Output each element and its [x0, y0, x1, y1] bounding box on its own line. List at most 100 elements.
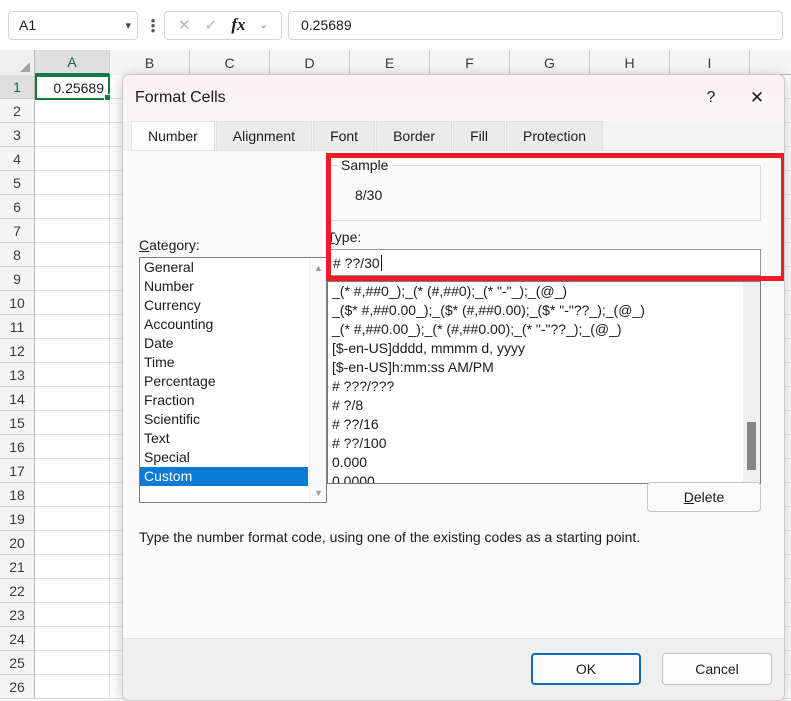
row-header-10[interactable]: 10 [0, 291, 35, 315]
format-code-item[interactable]: _(* #,##0.00_);_(* (#,##0.00);_(* "-"??_… [328, 320, 760, 339]
row-header-15[interactable]: 15 [0, 411, 35, 435]
grid-cell-A3[interactable] [35, 123, 110, 146]
category-item-scientific[interactable]: Scientific [140, 410, 326, 429]
row-header-12[interactable]: 12 [0, 339, 35, 363]
grid-cell-A21[interactable] [35, 555, 110, 578]
tab-protection[interactable]: Protection [506, 121, 604, 150]
format-code-item[interactable]: # ?/8 [328, 396, 760, 415]
category-scrollbar[interactable]: ▲ ▼ [309, 258, 326, 502]
category-item-number[interactable]: Number [140, 277, 326, 296]
row-header-3[interactable]: 3 [0, 123, 35, 147]
grid-cell-A11[interactable] [35, 315, 110, 338]
format-code-item[interactable]: # ??/16 [328, 415, 760, 434]
grid-cell-A22[interactable] [35, 579, 110, 602]
grid-cell-A16[interactable] [35, 435, 110, 458]
close-icon[interactable]: ✕ [740, 83, 774, 113]
insert-function-icon[interactable]: fx [231, 15, 245, 35]
row-header-4[interactable]: 4 [0, 147, 35, 171]
grid-cell-A7[interactable] [35, 219, 110, 242]
scrollbar-thumb[interactable] [747, 422, 756, 470]
row-header-9[interactable]: 9 [0, 267, 35, 291]
row-header-21[interactable]: 21 [0, 555, 35, 579]
format-code-item[interactable]: # ??/100 [328, 434, 760, 453]
tab-alignment[interactable]: Alignment [215, 121, 313, 150]
category-item-date[interactable]: Date [140, 334, 326, 353]
row-header-1[interactable]: 1 [0, 75, 35, 99]
column-header-h[interactable]: H [590, 50, 670, 75]
row-header-26[interactable]: 26 [0, 675, 35, 699]
row-header-6[interactable]: 6 [0, 195, 35, 219]
column-header-c[interactable]: C [190, 50, 270, 75]
format-code-item[interactable]: # ???/??? [328, 377, 760, 396]
delete-button[interactable]: Delete [647, 482, 761, 512]
row-header-16[interactable]: 16 [0, 435, 35, 459]
grid-cell-A10[interactable] [35, 291, 110, 314]
ok-button[interactable]: OK [531, 653, 641, 685]
row-header-25[interactable]: 25 [0, 651, 35, 675]
row-header-23[interactable]: 23 [0, 603, 35, 627]
category-item-time[interactable]: Time [140, 353, 326, 372]
format-code-item[interactable]: 0.000 [328, 453, 760, 472]
row-header-2[interactable]: 2 [0, 99, 35, 123]
grid-cell-A15[interactable] [35, 411, 110, 434]
category-item-fraction[interactable]: Fraction [140, 391, 326, 410]
tab-font[interactable]: Font [313, 121, 376, 150]
grid-cell-A19[interactable] [35, 507, 110, 530]
type-input[interactable]: # ??/30 [327, 249, 761, 276]
chevron-down-icon[interactable]: ⌄ [260, 20, 268, 31]
column-header-d[interactable]: D [270, 50, 350, 75]
grid-cell-A4[interactable] [35, 147, 110, 170]
column-header-i[interactable]: I [670, 50, 750, 75]
grid-cell-A23[interactable] [35, 603, 110, 626]
format-code-listbox[interactable]: _(* #,##0_);_(* (#,##0);_(* "-"_);_(@_) _… [327, 281, 761, 484]
chevron-down-icon[interactable]: ▾ [125, 19, 131, 32]
format-code-item[interactable]: [$-en-US]h:mm:ss AM/PM [328, 358, 760, 377]
scroll-up-icon[interactable]: ▲ [310, 259, 326, 276]
row-header-20[interactable]: 20 [0, 531, 35, 555]
format-code-item[interactable]: _($* #,##0.00_);_($* (#,##0.00);_($* "-"… [328, 301, 760, 320]
category-item-general[interactable]: General [140, 258, 326, 277]
category-item-percentage[interactable]: Percentage [140, 372, 326, 391]
category-item-text[interactable]: Text [140, 429, 326, 448]
row-header-24[interactable]: 24 [0, 627, 35, 651]
grid-cell-A26[interactable] [35, 675, 110, 698]
row-header-17[interactable]: 17 [0, 459, 35, 483]
column-header-a[interactable]: A [35, 50, 110, 75]
tab-number[interactable]: Number [131, 121, 215, 150]
more-options-icon[interactable]: • • • [144, 14, 162, 37]
category-item-custom[interactable]: Custom [140, 467, 308, 486]
select-all-corner[interactable] [0, 50, 35, 75]
grid-cell-A8[interactable] [35, 243, 110, 266]
category-item-currency[interactable]: Currency [140, 296, 326, 315]
format-code-item[interactable]: _(* #,##0_);_(* (#,##0);_(* "-"_);_(@_) [328, 282, 760, 301]
active-cell-a1[interactable]: 0.25689 [35, 75, 111, 101]
column-header-f[interactable]: F [430, 50, 510, 75]
help-icon[interactable]: ? [694, 83, 728, 113]
row-header-7[interactable]: 7 [0, 219, 35, 243]
row-header-5[interactable]: 5 [0, 171, 35, 195]
tab-border[interactable]: Border [376, 121, 453, 150]
name-box[interactable]: A1 ▾ [8, 10, 138, 40]
column-header-b[interactable]: B [110, 50, 190, 75]
category-item-accounting[interactable]: Accounting [140, 315, 326, 334]
formula-input[interactable]: 0.25689 [288, 10, 783, 40]
grid-cell-A18[interactable] [35, 483, 110, 506]
grid-cell-A9[interactable] [35, 267, 110, 290]
scroll-down-icon[interactable]: ▼ [310, 484, 326, 501]
grid-cell-A6[interactable] [35, 195, 110, 218]
row-header-8[interactable]: 8 [0, 243, 35, 267]
format-code-item[interactable]: [$-en-US]dddd, mmmm d, yyyy [328, 339, 760, 358]
tab-fill[interactable]: Fill [453, 121, 505, 150]
grid-cell-A5[interactable] [35, 171, 110, 194]
enter-icon[interactable]: ✓ [205, 16, 218, 34]
grid-cell-A2[interactable] [35, 99, 110, 122]
row-header-19[interactable]: 19 [0, 507, 35, 531]
category-listbox[interactable]: General Number Currency Accounting Date Time P… [139, 257, 327, 503]
cancel-button[interactable]: Cancel [662, 653, 772, 685]
row-header-14[interactable]: 14 [0, 387, 35, 411]
grid-cell-A17[interactable] [35, 459, 110, 482]
column-header-g[interactable]: G [510, 50, 590, 75]
cancel-icon[interactable]: ✕ [178, 16, 191, 34]
grid-cell-A24[interactable] [35, 627, 110, 650]
grid-cell-A20[interactable] [35, 531, 110, 554]
